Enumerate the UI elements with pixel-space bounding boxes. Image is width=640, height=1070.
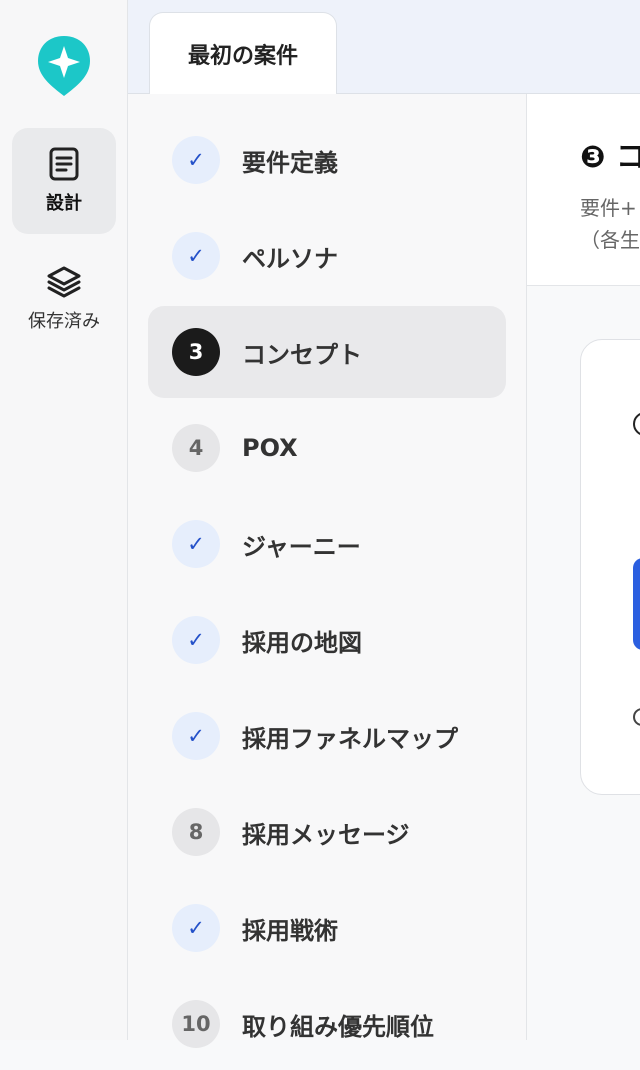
step-number-badge: 10 [172,1000,220,1048]
document-icon [49,147,79,181]
page-title: ❸ コ [580,140,640,175]
check-icon: ✓ [172,520,220,568]
primary-button[interactable] [633,558,640,650]
main-content: ❸ コ 要件+ （各生 [527,94,640,1040]
step-label: 採用の地図 [242,628,362,657]
step-number-badge: 3 [172,328,220,376]
description-line: 要件+ [580,196,637,220]
content-card [580,339,640,795]
step-item-recruiting-map[interactable]: ✓ 採用の地図 [148,594,506,686]
sidebar-item-design[interactable]: 設計 [12,128,116,234]
radio-icon[interactable] [633,412,640,436]
step-label: POX [242,434,298,462]
step-item-journey[interactable]: ✓ ジャーニー [148,498,506,590]
step-item-funnel-map[interactable]: ✓ 採用ファネルマップ [148,690,506,782]
step-item-recruiting-message[interactable]: 8 採用メッセージ [148,786,506,878]
step-item-tactics[interactable]: ✓ 採用戦術 [148,882,506,974]
check-icon: ✓ [172,712,220,760]
tab-project[interactable]: 最初の案件 [149,12,337,95]
step-label: 取り組み優先順位 [242,1012,434,1041]
step-number-badge: 8 [172,808,220,856]
step-item-persona[interactable]: ✓ ペルソナ [148,210,506,302]
check-icon: ✓ [172,904,220,952]
sidebar-item-saved[interactable]: 保存済み [12,246,116,352]
step-item-pox[interactable]: 4 POX [148,402,506,494]
tab-bar: 最初の案件 [128,0,640,95]
check-icon: ✓ [172,232,220,280]
step-label: ペルソナ [242,244,338,273]
step-label: 採用ファネルマップ [242,724,458,753]
check-icon: ✓ [172,616,220,664]
sidebar-item-label: 保存済み [28,311,100,332]
page-description: 要件+ （各生 [580,192,640,256]
description-line: （各生 [580,228,640,252]
app-logo-icon[interactable] [34,32,94,98]
step-item-priorities[interactable]: 10 取り組み優先順位 [148,978,506,1070]
step-label: 採用戦術 [242,916,338,945]
step-label: ジャーニー [242,532,361,561]
check-icon: ✓ [172,136,220,184]
layers-icon [47,266,81,298]
step-label: 採用メッセージ [242,820,410,849]
step-label: 要件定義 [242,148,338,177]
step-number-badge: 4 [172,424,220,472]
left-rail: 設計 保存済み [0,0,128,1040]
sidebar-item-label: 設計 [46,193,82,214]
step-item-concept[interactable]: 3 コンセプト [148,306,506,398]
step-label: コンセプト [242,340,362,369]
info-icon [633,708,640,726]
step-list: ✓ 要件定義 ✓ ペルソナ 3 コンセプト 4 POX ✓ ジャーニー ✓ 採用… [128,94,527,1048]
step-item-requirements[interactable]: ✓ 要件定義 [148,114,506,206]
main-header: ❸ コ 要件+ （各生 [527,94,640,286]
